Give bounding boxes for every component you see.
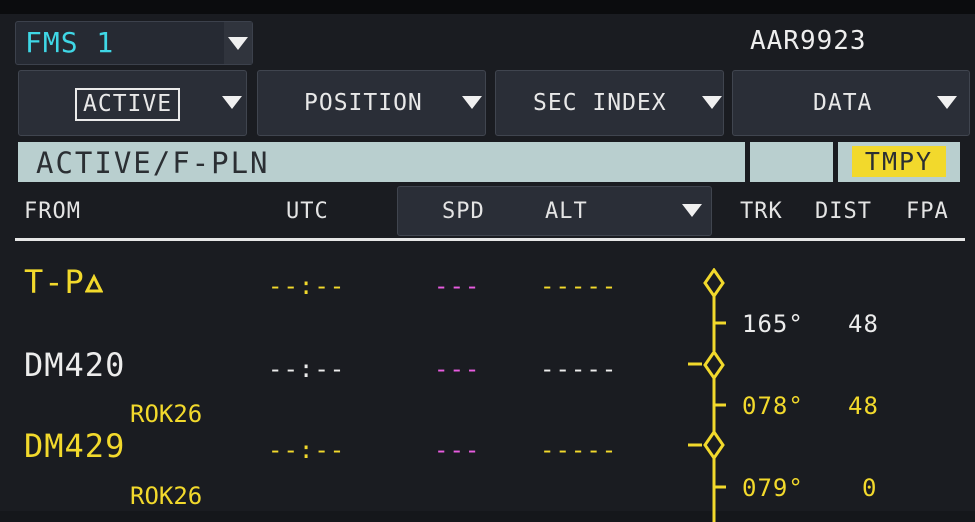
col-dist: DIST bbox=[815, 199, 872, 224]
menu-position-label: POSITION bbox=[304, 90, 423, 116]
leg-track: 078° bbox=[742, 392, 804, 420]
waypoint-ident: T-P bbox=[24, 263, 85, 301]
menu-position[interactable]: POSITION bbox=[257, 70, 486, 136]
menu-active[interactable]: ACTIVE bbox=[18, 70, 247, 136]
menu-sec-index[interactable]: SEC INDEX bbox=[495, 70, 724, 136]
spd-value: --- bbox=[434, 436, 481, 464]
page-title-bar: ACTIVE/F-PLN bbox=[18, 142, 745, 182]
chevron-down-icon bbox=[462, 96, 482, 109]
leg-distance: 48 bbox=[848, 310, 879, 338]
airway-label: ROK26 bbox=[130, 400, 203, 428]
spd-alt-selector[interactable]: SPD ALT bbox=[397, 186, 712, 236]
chevron-down-icon bbox=[228, 37, 248, 50]
menu-data[interactable]: DATA bbox=[732, 70, 970, 136]
spd-value: --- bbox=[434, 355, 481, 383]
alt-value: ----- bbox=[540, 436, 618, 464]
col-fpa: FPA bbox=[906, 199, 949, 224]
fms-selector[interactable]: FMS 1 bbox=[15, 21, 253, 65]
col-trk: TRK bbox=[740, 199, 783, 224]
flight-callsign: AAR9923 bbox=[750, 26, 867, 56]
waypoint-ident: DM429 bbox=[24, 427, 126, 465]
spd-value: --- bbox=[434, 272, 481, 300]
airway-label: ROK26 bbox=[130, 482, 203, 510]
waypoint-row[interactable]: DM420 bbox=[24, 346, 125, 384]
leg-track: 165° bbox=[742, 310, 804, 338]
menu-sec-index-label: SEC INDEX bbox=[533, 90, 667, 116]
diamond-icon bbox=[703, 430, 725, 460]
chevron-down-icon bbox=[222, 96, 242, 109]
fms-label: FMS 1 bbox=[25, 26, 115, 59]
col-utc: UTC bbox=[286, 199, 329, 224]
alt-value: ----- bbox=[540, 355, 618, 383]
col-spd: SPD bbox=[442, 199, 485, 224]
tmpy-field: TMPY bbox=[838, 142, 960, 182]
fms-dropdown[interactable] bbox=[224, 22, 252, 64]
chevron-down-icon bbox=[702, 96, 722, 109]
top-bezel bbox=[0, 0, 975, 14]
leg-distance: 48 bbox=[848, 392, 879, 420]
tmpy-badge: TMPY bbox=[852, 146, 946, 177]
triangle-icon bbox=[84, 273, 104, 293]
flight-path-line bbox=[688, 294, 726, 522]
active-label-box: ACTIVE bbox=[75, 88, 181, 121]
diamond-icon bbox=[703, 350, 725, 380]
leg-distance: 0 bbox=[862, 474, 878, 502]
waypoint-ident: DM420 bbox=[24, 346, 126, 384]
page-title: ACTIVE/F-PLN bbox=[36, 146, 270, 180]
utc-value: --:-- bbox=[268, 436, 346, 464]
header-divider bbox=[15, 238, 965, 241]
leg-track: 079° bbox=[742, 474, 804, 502]
menu-data-label: DATA bbox=[813, 90, 873, 116]
menu-active-label: ACTIVE bbox=[83, 91, 173, 117]
utc-value: --:-- bbox=[268, 355, 346, 383]
col-alt: ALT bbox=[545, 199, 588, 224]
chevron-down-icon bbox=[682, 204, 702, 217]
waypoint-row[interactable]: DM429 bbox=[24, 427, 125, 465]
chevron-down-icon bbox=[937, 96, 957, 109]
waypoint-row[interactable]: T-P bbox=[24, 263, 104, 301]
title-blank-field bbox=[750, 142, 833, 182]
diamond-icon bbox=[703, 268, 725, 298]
utc-value: --:-- bbox=[268, 272, 346, 300]
alt-value: ----- bbox=[540, 272, 618, 300]
col-from: FROM bbox=[24, 199, 81, 224]
